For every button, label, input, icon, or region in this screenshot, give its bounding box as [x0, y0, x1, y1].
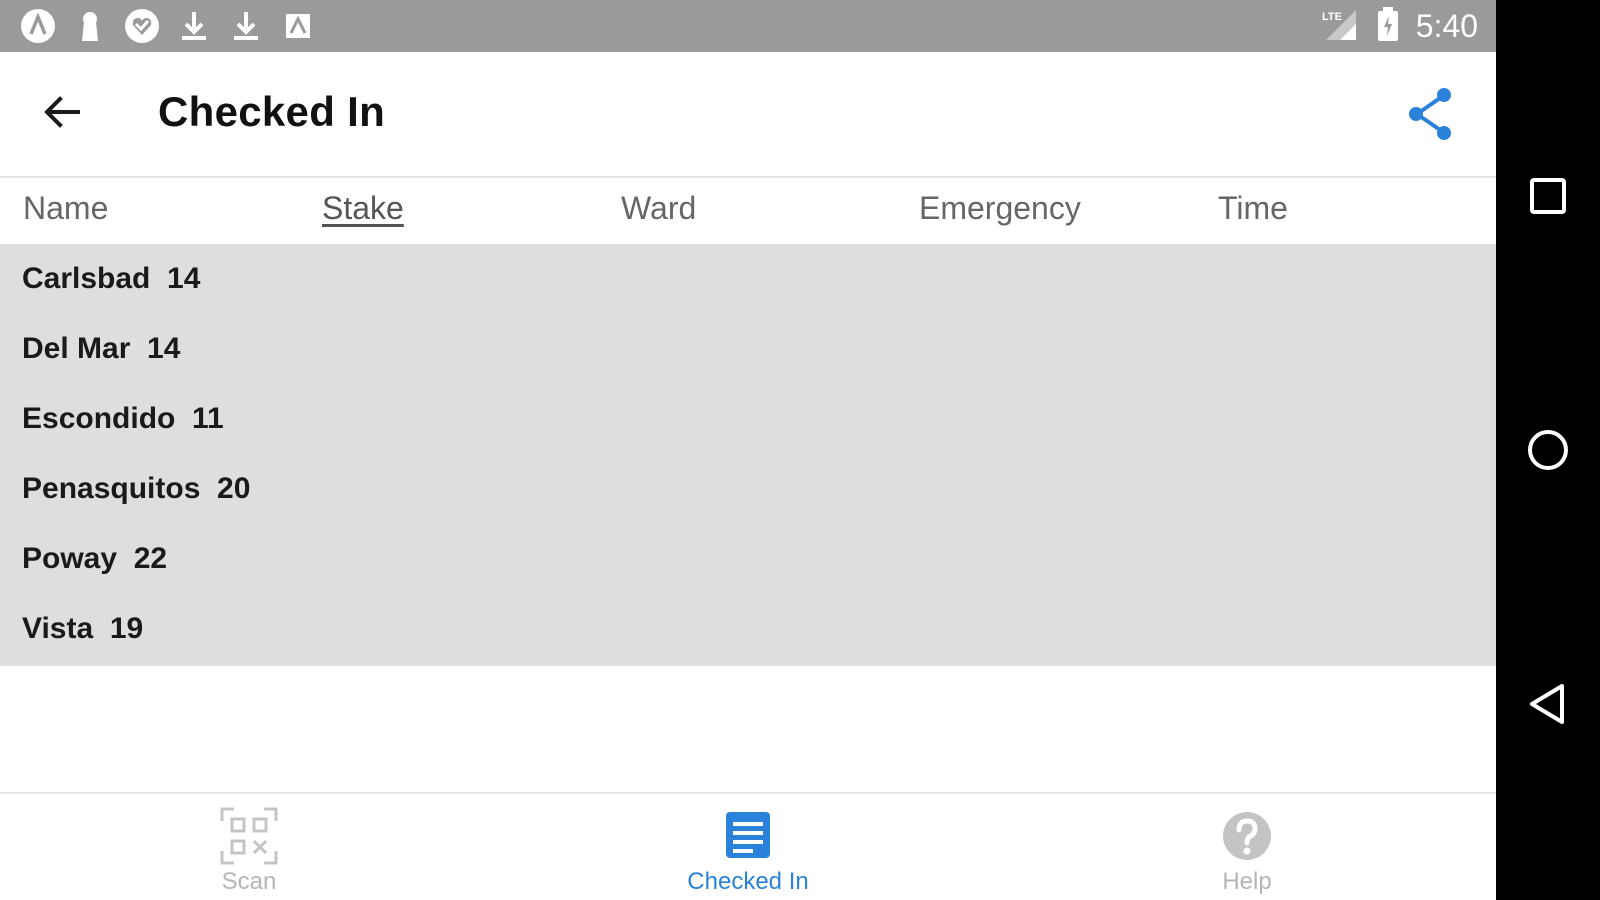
share-icon [1409, 88, 1451, 140]
signal-icon: LTE [1320, 6, 1360, 47]
nav-label-help: Help [1222, 868, 1272, 895]
column-headers: Name Stake Ward Emergency Time [0, 178, 1496, 244]
column-header-emergency[interactable]: Emergency [919, 190, 1081, 227]
list-item[interactable]: Carlsbad 14 [22, 244, 200, 314]
status-bar: LTE 5:40 [0, 0, 1496, 52]
list-icon [726, 812, 770, 858]
recents-button[interactable] [1520, 168, 1576, 224]
help-icon [1223, 812, 1271, 860]
download-icon [228, 8, 264, 44]
image-icon [280, 8, 316, 44]
heart-icon [124, 8, 160, 44]
status-right: LTE 5:40 [1320, 6, 1478, 47]
nav-item-checked-in[interactable]: Checked In [648, 794, 848, 900]
list-item[interactable]: Penasquitos 20 [22, 454, 250, 524]
column-header-time[interactable]: Time [1218, 190, 1288, 227]
status-clock: 5:40 [1415, 8, 1478, 44]
nav-label-scan: Scan [221, 868, 277, 895]
page-title: Checked In [158, 88, 386, 135]
list-item[interactable]: Vista 19 [22, 594, 143, 664]
bottom-navigation: Scan Checked In Help [0, 792, 1496, 900]
system-navigation-bar [1496, 0, 1600, 900]
nav-item-help[interactable]: Help [1147, 794, 1347, 900]
column-header-ward[interactable]: Ward [621, 190, 696, 227]
arrow-left-icon [44, 96, 80, 128]
share-button[interactable] [1400, 84, 1460, 144]
app-a-icon [20, 8, 56, 44]
system-back-button[interactable] [1520, 676, 1576, 732]
battery-icon [1376, 6, 1400, 47]
checked-in-list: Carlsbad 14 Del Mar 14 Escondido 11 Pena… [0, 244, 1496, 666]
column-header-stake[interactable]: Stake [322, 190, 404, 227]
notification-icons [20, 8, 316, 44]
list-item[interactable]: Del Mar 14 [22, 314, 180, 384]
list-item[interactable]: Poway 22 [22, 524, 167, 594]
list-item[interactable]: Escondido 11 [22, 384, 224, 454]
keyhole-icon [72, 8, 108, 44]
app-screen: LTE 5:40 Checked In Name Stake Ward Emer… [0, 0, 1496, 900]
back-button[interactable] [30, 80, 94, 144]
recents-icon [1530, 178, 1566, 214]
svg-text:LTE: LTE [1322, 11, 1342, 23]
home-button[interactable] [1520, 422, 1576, 478]
back-triangle-icon [1530, 684, 1564, 724]
home-icon [1528, 430, 1568, 470]
column-header-name[interactable]: Name [23, 190, 108, 227]
nav-label-checked-in: Checked In [687, 868, 809, 895]
qr-code-icon [220, 807, 278, 865]
download-icon [176, 8, 212, 44]
nav-item-scan[interactable]: Scan [149, 794, 349, 900]
app-bar: Checked In [0, 52, 1496, 178]
